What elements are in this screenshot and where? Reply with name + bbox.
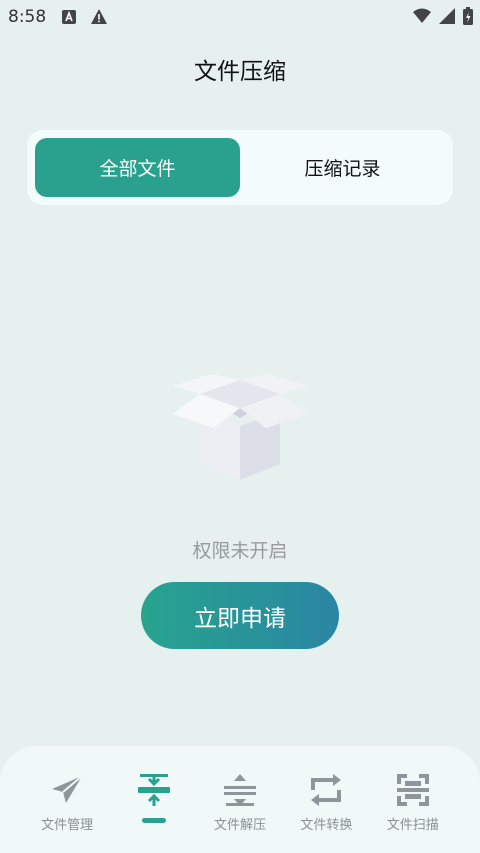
scan-icon [395, 772, 431, 812]
app-notification-icon [60, 8, 78, 26]
tab-all-files[interactable]: 全部文件 [35, 138, 240, 197]
apply-permission-button[interactable]: 立即申请 [141, 582, 339, 649]
wifi-icon [412, 7, 432, 30]
page-title: 文件压缩 [194, 59, 286, 85]
compress-icon [136, 772, 172, 812]
nav-item-compress[interactable] [114, 772, 194, 853]
nav-item-scan[interactable]: 文件扫描 [373, 772, 453, 853]
status-time: 8:58 [8, 7, 47, 27]
bottom-nav: 文件管理 文件解压 文件转换 文件扫描 [0, 746, 480, 853]
status-bar: 8:58 [0, 0, 480, 34]
empty-box-icon [170, 372, 310, 484]
convert-icon [308, 772, 344, 812]
nav-label: 文件管理 [41, 818, 94, 833]
nav-item-convert[interactable]: 文件转换 [286, 772, 366, 853]
signal-icon [438, 7, 456, 30]
nav-item-file-manager[interactable]: 文件管理 [27, 772, 107, 853]
nav-label: 文件转换 [300, 818, 353, 833]
nav-item-decompress[interactable]: 文件解压 [200, 772, 280, 853]
tab-bar: 全部文件 压缩记录 [27, 130, 453, 205]
battery-icon [462, 6, 474, 31]
nav-label: 文件扫描 [386, 818, 439, 833]
warning-icon [90, 8, 108, 26]
decompress-icon [222, 772, 258, 812]
active-indicator [141, 818, 166, 823]
nav-label: 文件解压 [213, 818, 266, 833]
tab-compress-history[interactable]: 压缩记录 [240, 138, 445, 197]
empty-state-message: 权限未开启 [192, 540, 288, 562]
paper-plane-icon [49, 772, 85, 812]
